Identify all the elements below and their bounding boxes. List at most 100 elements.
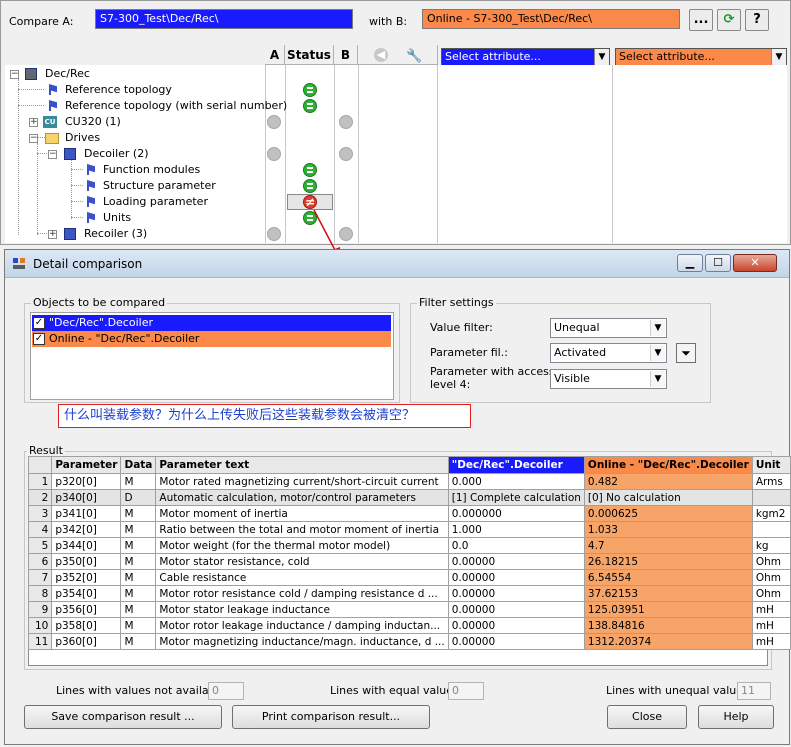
param-filter-select[interactable]: Activated ▼	[550, 343, 667, 363]
online-value: 125.03951	[583, 601, 753, 618]
tree-row-function-modules[interactable]: Function modules	[1, 162, 783, 178]
table-row[interactable]: 2 p340[0] D Automatic calculation, motor/co…	[27, 489, 791, 506]
browse-button[interactable]: ...	[689, 9, 713, 31]
value-filter-label: Value filter:	[430, 321, 493, 334]
param-text: Motor rotor leakage inductance / damping…	[155, 617, 449, 634]
param-filter-value: Activated	[554, 346, 607, 359]
data-type: M	[120, 521, 157, 538]
status-na-icon	[339, 115, 353, 129]
table-row[interactable]: 8 p354[0] M Motor rotor resistance cold / d…	[27, 585, 791, 602]
row-index: 2	[27, 489, 53, 506]
data-type: M	[120, 585, 157, 602]
value-filter-select[interactable]: Unequal ▼	[550, 318, 667, 338]
tree-row-decoiler[interactable]: − Decoiler (2)	[1, 146, 783, 162]
save-result-button[interactable]: Save comparison result ...	[24, 705, 222, 729]
access-level-select[interactable]: Visible ▼	[550, 369, 667, 389]
collapse-icon[interactable]: −	[48, 150, 57, 159]
select-attribute-a[interactable]: Select attribute... ▼	[441, 48, 610, 66]
wrench-icon[interactable]: 🔧	[406, 47, 422, 67]
col-index-header	[27, 456, 53, 474]
object-item-offline[interactable]: ✓ "Dec/Rec".Decoiler	[32, 315, 391, 331]
result-table[interactable]: Parameter Data Parameter text "Dec/Rec".…	[27, 456, 791, 650]
print-result-button[interactable]: Print comparison result...	[232, 705, 430, 729]
col-parameter-header[interactable]: Parameter	[51, 456, 122, 474]
expand-icon[interactable]: +	[48, 230, 57, 239]
table-row[interactable]: 4 p342[0] M Ratio between the total and mot…	[27, 521, 791, 538]
param-text: Ratio between the total and motor moment…	[155, 521, 449, 538]
flag-icon	[49, 84, 57, 95]
table-row[interactable]: 6 p350[0] M Motor stator resistance, cold 0.…	[27, 553, 791, 570]
tree-label: Reference topology (with serial number)	[65, 99, 288, 112]
col-unit-header[interactable]: Unit	[751, 456, 791, 474]
folder-icon	[45, 133, 59, 144]
table-row[interactable]: 3 p341[0] M Motor moment of inertia 0.000000…	[27, 505, 791, 522]
table-row[interactable]: 1 p320[0] M Motor rated magnetizing current…	[27, 473, 791, 490]
dialog-title: Detail comparison	[33, 257, 143, 271]
param-number: p344[0]	[51, 537, 122, 554]
maximize-icon[interactable]: ☐	[705, 254, 731, 272]
result-header-row: Parameter Data Parameter text "Dec/Rec".…	[27, 456, 791, 474]
compare-window: Compare A: S7-300_Test\Dec/Rec\ with B: …	[0, 0, 791, 245]
tree-row-drives[interactable]: − Drives	[1, 130, 783, 146]
back-arrow-icon[interactable]: ◀	[374, 48, 388, 62]
close-icon[interactable]: ✕	[733, 254, 777, 272]
object-checkbox[interactable]: ✓	[33, 317, 45, 329]
object-item-online[interactable]: ✓ Online - "Dec/Rec".Decoiler	[32, 331, 391, 347]
tree-label: Drives	[65, 131, 101, 144]
tree-row-structure-parameter[interactable]: Structure parameter	[1, 178, 783, 194]
tree-label: Loading parameter	[103, 195, 208, 208]
table-row[interactable]: 7 p352[0] M Cable resistance 0.00000 6.54554 O…	[27, 569, 791, 586]
chevron-down-icon: ▼	[650, 345, 665, 361]
offline-value: 0.00000	[447, 553, 585, 570]
data-type: D	[120, 489, 157, 506]
compare-a-path[interactable]: S7-300_Test\Dec/Rec\	[95, 9, 353, 29]
status-equal-icon	[303, 83, 317, 97]
tree-row-reference-topology-serial[interactable]: Reference topology (with serial number)	[1, 98, 783, 114]
flag-icon	[49, 100, 57, 111]
annotation-note: 什么叫装载参数？为什么上传失败后这些装载参数会被清空？	[58, 404, 471, 428]
dialog-titlebar[interactable]: Detail comparison ▁ ☐ ✕	[5, 250, 789, 278]
col-online-header[interactable]: Online - "Dec/Rec".Decoiler	[583, 456, 753, 474]
table-row[interactable]: 10 p358[0] M Motor rotor leakage inductance…	[27, 617, 791, 634]
object-label: Online - "Dec/Rec".Decoiler	[49, 332, 200, 345]
table-row[interactable]: 9 p356[0] M Motor stator leakage inductance…	[27, 601, 791, 618]
row-index: 9	[27, 601, 53, 618]
tree-row-units[interactable]: Units	[1, 210, 783, 226]
table-row[interactable]: 5 p344[0] M Motor weight (for the thermal m…	[27, 537, 791, 554]
online-value: [0] No calculation	[583, 489, 753, 506]
filter-funnel-icon[interactable]: ⏷	[676, 343, 696, 363]
unit: kgm2	[751, 505, 791, 522]
flag-icon	[87, 180, 95, 191]
online-value: 1312.20374	[583, 633, 753, 650]
tree-row-recoiler[interactable]: + Recoiler (3)	[1, 226, 783, 242]
select-attribute-b[interactable]: Select attribute... ▼	[615, 48, 787, 66]
tree-label: Decoiler (2)	[84, 147, 149, 160]
not-available-label: Lines with values not available:	[56, 684, 230, 697]
collapse-icon[interactable]: −	[29, 134, 38, 143]
table-row[interactable]: 11 p360[0] M Motor magnetizing inductance/m…	[27, 633, 791, 650]
minimize-icon[interactable]: ▁	[677, 254, 703, 272]
col-offline-header[interactable]: "Dec/Rec".Decoiler	[447, 456, 585, 474]
with-b-path[interactable]: Online - S7-300_Test\Dec/Rec\	[422, 9, 680, 29]
expand-icon[interactable]: +	[29, 118, 38, 127]
tree-row-loading-parameter[interactable]: Loading parameter ≠	[1, 194, 783, 210]
row-index: 7	[27, 569, 53, 586]
drive-icon	[64, 228, 76, 240]
help-icon[interactable]: ?	[745, 9, 769, 31]
tree-row-reference-topology[interactable]: Reference topology	[1, 82, 783, 98]
collapse-icon[interactable]: −	[10, 70, 19, 79]
col-data-header[interactable]: Data	[120, 456, 157, 474]
param-number: p340[0]	[51, 489, 122, 506]
access-label-line1: Parameter with access	[430, 365, 555, 378]
online-value: 0.000625	[583, 505, 753, 522]
chevron-down-icon: ▼	[771, 49, 786, 65]
refresh-icon[interactable]: ⟳	[717, 9, 741, 31]
help-button[interactable]: Help	[698, 705, 774, 729]
close-button[interactable]: Close	[607, 705, 687, 729]
object-checkbox[interactable]: ✓	[33, 333, 45, 345]
tree-row-cu320[interactable]: + CU CU320 (1)	[1, 114, 783, 130]
tree-row-root[interactable]: − Dec/Rec	[1, 66, 783, 82]
col-text-header[interactable]: Parameter text	[155, 456, 449, 474]
tree-label: Structure parameter	[103, 179, 216, 192]
online-value: 4.7	[583, 537, 753, 554]
